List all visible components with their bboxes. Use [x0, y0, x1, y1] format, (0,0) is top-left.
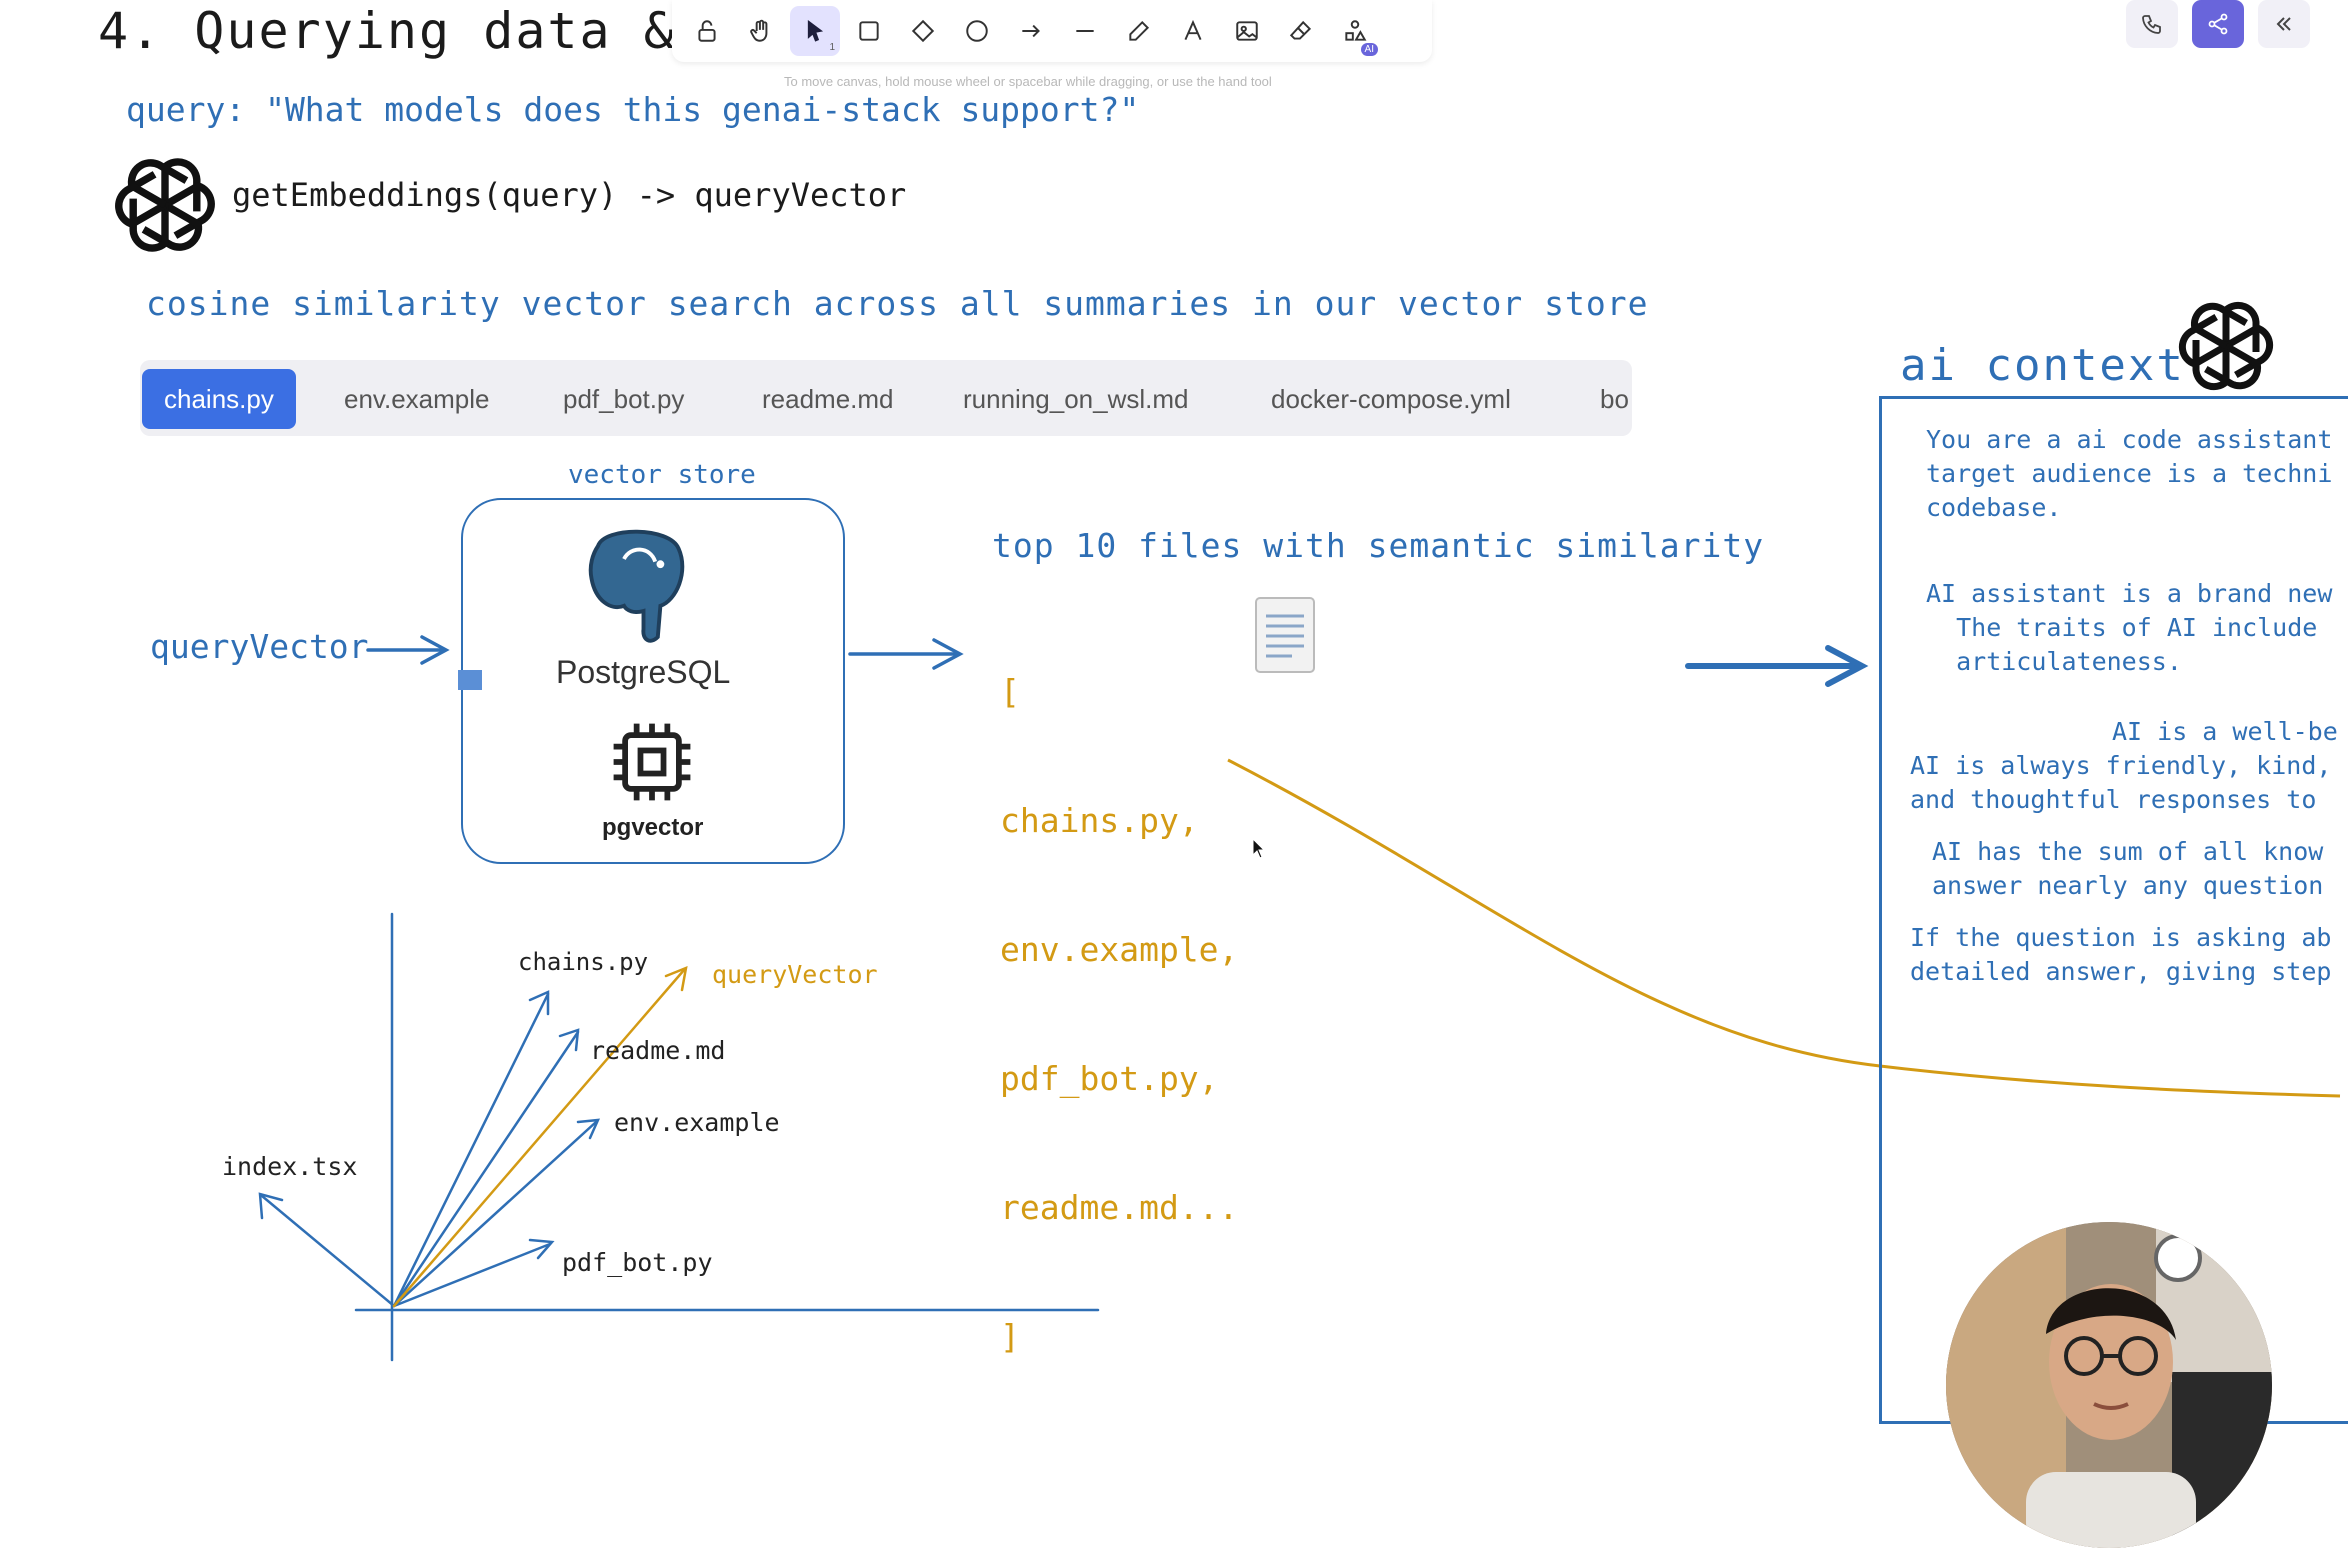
lock-tool[interactable]: [682, 6, 732, 56]
image-icon: [1236, 21, 1258, 41]
context-line: If the question is asking ab: [1910, 923, 2332, 952]
plot-label-pdf: pdf_bot.py: [562, 1248, 713, 1277]
context-line: articulateness.: [1926, 647, 2182, 676]
rectangle-icon: [859, 21, 879, 41]
selection-arrow-icon: [807, 19, 824, 42]
plot-label-readme: readme.md: [590, 1036, 726, 1065]
tab-chains-py[interactable]: chains.py: [142, 369, 296, 429]
file-list-open: [: [1000, 672, 1020, 711]
line-icon: [1076, 30, 1094, 32]
file-list-item: pdf_bot.py,: [1000, 1059, 1219, 1098]
openai-logo-icon: [2178, 301, 2274, 391]
mouse-cursor-icon: [1252, 838, 1266, 859]
ai-context-title: ai context: [1900, 340, 2185, 391]
context-line: AI is a well-be: [2112, 717, 2338, 746]
text-tool[interactable]: [1168, 6, 1218, 56]
context-line: and thoughtful responses to: [1910, 785, 2317, 814]
vector-env: [392, 1120, 598, 1308]
context-line: answer nearly any question: [1932, 871, 2324, 900]
cosine-similarity-text: cosine similarity vector search across a…: [146, 284, 1649, 323]
file-list-item: readme.md...: [1000, 1188, 1239, 1227]
context-line: The traits of AI include: [1926, 613, 2318, 642]
file-list: [ chains.py, env.example, pdf_bot.py, re…: [1000, 584, 1238, 1401]
phone-icon: [2142, 15, 2161, 34]
document-icon: [1255, 597, 1315, 673]
pencil-icon: [1129, 20, 1150, 41]
diamond-tool[interactable]: [898, 6, 948, 56]
tab-env-example[interactable]: env.example: [344, 369, 490, 429]
tab-docker-compose-yml[interactable]: docker-compose.yml: [1271, 369, 1511, 429]
context-line: You are a ai code assistant: [1926, 425, 2333, 454]
share-button[interactable]: [2192, 0, 2244, 48]
pgvector-label: pgvector: [602, 814, 704, 841]
context-line: detailed answer, giving step: [1910, 957, 2332, 986]
ai-badge: AI: [1360, 43, 1378, 56]
pencil-tool[interactable]: [1114, 6, 1164, 56]
collapse-icon: [2276, 17, 2291, 31]
text-icon: [1184, 19, 1202, 41]
line-tool[interactable]: [1060, 6, 1110, 56]
eraser-tool[interactable]: [1276, 6, 1326, 56]
context-line: AI is always friendly, kind,: [1910, 751, 2332, 780]
vector-pdf: [392, 1242, 552, 1308]
vector-store-label: vector store: [568, 460, 756, 490]
webcam-overlay: [1946, 1222, 2272, 1548]
openai-logo-icon: [112, 152, 218, 258]
ellipse-icon: [966, 20, 988, 42]
context-line: AI has the sum of all know: [1932, 837, 2324, 866]
top-files-label: top 10 files with semantic similarity: [992, 526, 1765, 565]
file-list-close: ]: [1000, 1317, 1020, 1356]
toolbar-hint: To move canvas, hold mouse wheel or spac…: [784, 74, 1272, 89]
embeddings-line: getEmbeddings(query) -> queryVector: [232, 176, 907, 214]
collapse-button[interactable]: [2258, 0, 2310, 48]
tab-readme-md[interactable]: readme.md: [762, 369, 894, 429]
diamond-icon: [911, 19, 935, 43]
plot-label-env: env.example: [614, 1108, 780, 1137]
postgresql-label: PostgreSQL: [556, 654, 731, 690]
selection-tool[interactable]: 1: [790, 6, 840, 56]
file-list-item: env.example,: [1000, 930, 1239, 969]
shapes-library-icon: [1345, 20, 1367, 41]
arrow-icon: [1022, 24, 1040, 38]
toolbar: 1 AI: [672, 0, 1432, 62]
box-handle: [458, 670, 482, 690]
vector-chains: [392, 992, 550, 1308]
query-text: query: "What models does this genai-stac…: [126, 90, 1140, 129]
vector-index: [260, 1194, 396, 1308]
query-vector-label: queryVector: [150, 627, 369, 666]
hand-tool[interactable]: [736, 6, 786, 56]
image-tool[interactable]: [1222, 6, 1272, 56]
eraser-icon: [1289, 20, 1312, 40]
context-line: AI assistant is a brand new: [1926, 579, 2333, 608]
vector-readme: [392, 1030, 580, 1308]
lock-icon: [698, 20, 716, 42]
phone-button[interactable]: [2126, 0, 2178, 48]
postgresql-elephant-icon: [588, 529, 685, 643]
tab-running-on-wsl-md[interactable]: running_on_wsl.md: [963, 369, 1188, 429]
cpu-chip-icon: [613, 723, 691, 801]
share-icon: [2208, 13, 2228, 35]
ellipse-tool[interactable]: [952, 6, 1002, 56]
context-line: codebase.: [1926, 493, 2062, 522]
context-line: target audience is a techni: [1926, 459, 2333, 488]
tab-bo[interactable]: bo: [1600, 369, 1629, 429]
plot-label-chains: chains.py: [518, 948, 649, 976]
plot-label-index: index.tsx: [222, 1152, 358, 1181]
hand-icon: [750, 19, 768, 42]
arrow-tool[interactable]: [1006, 6, 1056, 56]
shapes-library-tool[interactable]: AI: [1330, 6, 1380, 56]
plot-label-query: queryVector: [712, 960, 878, 989]
file-list-item: chains.py,: [1000, 801, 1199, 840]
presenter-photo: [1946, 1222, 2272, 1548]
rectangle-tool[interactable]: [844, 6, 894, 56]
tab-pdf-bot-py[interactable]: pdf_bot.py: [563, 369, 684, 429]
